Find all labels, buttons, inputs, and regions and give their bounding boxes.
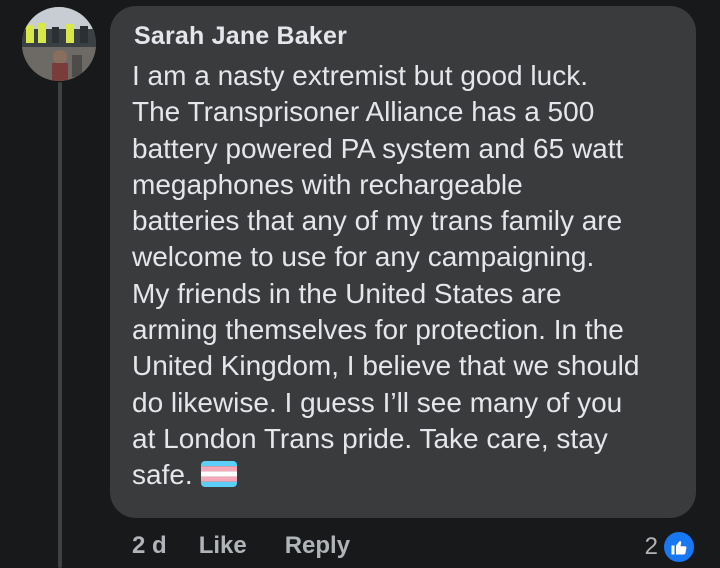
comment-line: battery powered PA system and 65 watt bbox=[132, 132, 624, 164]
comment-line: do likewise. I guess I’ll see many of yo… bbox=[132, 386, 623, 418]
comment-line: batteries that any of my trans family ar… bbox=[132, 205, 623, 237]
reply-button[interactable]: Reply bbox=[285, 532, 350, 560]
comment-line: United Kingdom, I believe that we should bbox=[132, 350, 640, 382]
comment-line: The Transprisoner Alliance has a 500 bbox=[132, 96, 595, 128]
comment-line: megaphones with rechargeable bbox=[132, 168, 523, 200]
comment-actions: 2 d Like Reply bbox=[132, 532, 350, 560]
comment-line: welcome to use for any campaigning. bbox=[132, 241, 595, 273]
reaction-count: 2 bbox=[644, 533, 658, 560]
comment-line: arming themselves for protection. In the bbox=[132, 314, 624, 346]
comment-last-line: safe. bbox=[132, 457, 639, 493]
reaction-summary[interactable]: 2 bbox=[645, 530, 696, 564]
thread-connector-line bbox=[58, 82, 62, 568]
comment-line: at London Trans pride. Take care, stay bbox=[132, 422, 608, 454]
comment-thread: Sarah Jane Baker I am a nasty extremist … bbox=[0, 0, 720, 568]
comment-line-text: safe. bbox=[132, 459, 193, 491]
comment-line: I am a nasty extremist but good luck. bbox=[132, 60, 588, 91]
like-button[interactable]: Like bbox=[199, 532, 247, 560]
comment-body: I am a nasty extremist but good luck. Th… bbox=[132, 58, 639, 494]
like-icon bbox=[662, 530, 696, 564]
avatar-photo bbox=[22, 7, 96, 81]
comment-line: My friends in the United States are bbox=[132, 277, 562, 309]
avatar[interactable] bbox=[22, 7, 96, 81]
comment-author-name[interactable]: Sarah Jane Baker bbox=[134, 22, 347, 51]
transgender-flag-icon bbox=[200, 460, 237, 487]
comment-timestamp[interactable]: 2 d bbox=[132, 532, 167, 560]
